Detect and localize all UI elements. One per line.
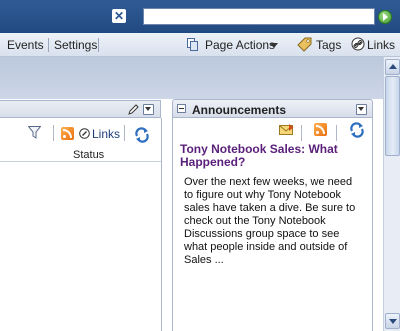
nav-separator — [48, 38, 49, 52]
top-bar: ✕ — [0, 0, 400, 33]
announcements-header: Announcements — [172, 99, 373, 118]
panel-menu-icon[interactable] — [143, 104, 154, 115]
tags-link[interactable]: Tags — [316, 38, 341, 52]
nav-events[interactable]: Events — [7, 38, 44, 52]
announcement-text: Over the next few weeks, we need to figu… — [184, 176, 356, 266]
rss-icon[interactable] — [61, 127, 74, 140]
refresh-icon[interactable] — [349, 122, 365, 138]
refresh-icon[interactable] — [134, 127, 150, 143]
portlet-title: Announcements — [192, 103, 287, 117]
chevron-down-icon[interactable] — [270, 43, 278, 48]
announcements-toolbar — [173, 118, 372, 141]
search-input[interactable] — [143, 8, 375, 25]
portlet-menu-icon[interactable] — [356, 104, 367, 115]
announcement-title-link[interactable]: Tony Notebook Sales: What Happened? — [180, 143, 365, 169]
link-icon — [79, 128, 90, 139]
scroll-thumb[interactable] — [385, 76, 400, 156]
announcements-body: Tony Notebook Sales: What Happened? Over… — [172, 118, 373, 331]
toolbar-separator — [336, 125, 337, 141]
links-button[interactable]: Links — [92, 127, 120, 141]
table-header: Status — [0, 148, 161, 162]
collapse-icon[interactable] — [177, 104, 186, 113]
navigation-bar: Events Settings Page Actions Tags Links — [0, 33, 400, 57]
clear-icon[interactable]: ✕ — [112, 9, 126, 23]
page-icon — [187, 38, 198, 51]
filter-icon[interactable] — [28, 126, 41, 139]
scroll-up-button[interactable] — [385, 59, 400, 75]
left-panel-header — [0, 100, 161, 118]
rss-icon[interactable] — [314, 123, 327, 136]
page-actions-menu[interactable]: Page Actions — [205, 38, 275, 52]
envelope-icon[interactable] — [279, 124, 294, 136]
links-link[interactable]: Links — [367, 38, 395, 52]
toolbar-separator — [301, 125, 302, 141]
toolbar-separator — [53, 125, 54, 141]
link-icon — [351, 37, 365, 51]
header-band — [0, 57, 383, 99]
go-button[interactable] — [378, 10, 392, 24]
pencil-icon[interactable] — [128, 104, 139, 115]
nav-separator — [98, 38, 99, 52]
vertical-scrollbar[interactable] — [383, 57, 400, 331]
column-header-status[interactable]: Status — [73, 149, 104, 161]
nav-settings[interactable]: Settings — [54, 38, 97, 52]
tag-icon — [297, 37, 312, 52]
left-panel: Links Status — [0, 118, 162, 331]
scroll-down-button[interactable] — [385, 313, 400, 329]
toolbar-separator — [124, 125, 125, 141]
